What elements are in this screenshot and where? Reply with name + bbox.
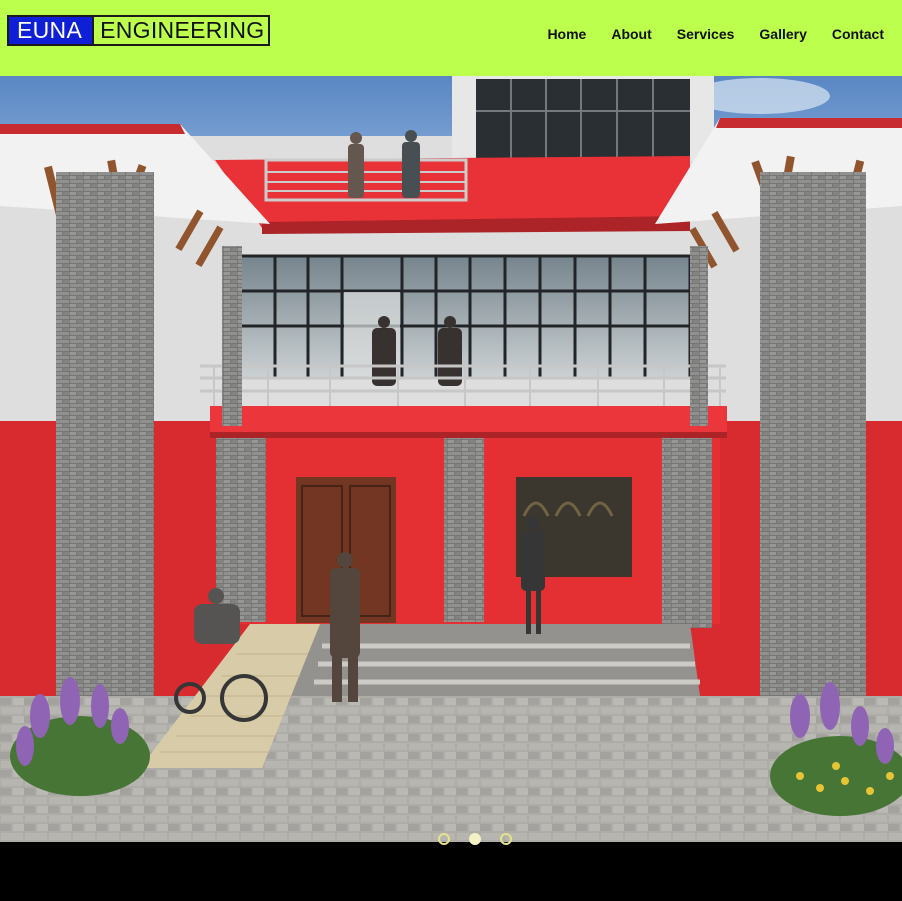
nav-services[interactable]: Services (677, 26, 735, 43)
main-nav: Home About Services Gallery Contact (522, 26, 884, 43)
nav-home[interactable]: Home (547, 26, 586, 43)
building-render-image (0, 76, 902, 842)
site-logo[interactable]: EUNA ENGINEERING (7, 15, 271, 46)
slider-pagination (438, 833, 512, 845)
site-header: EUNA ENGINEERING Home About Services Gal… (0, 0, 902, 76)
nav-contact[interactable]: Contact (832, 26, 884, 43)
logo-text-euna: EUNA (9, 17, 95, 44)
footer-band (0, 842, 902, 901)
hero-slider[interactable] (0, 76, 902, 842)
slider-dot-3[interactable] (500, 833, 512, 845)
nav-about[interactable]: About (611, 26, 651, 43)
nav-gallery[interactable]: Gallery (759, 26, 806, 43)
slider-dot-2[interactable] (469, 833, 481, 845)
slider-dot-1[interactable] (438, 833, 450, 845)
logo-text-engineering: ENGINEERING (100, 17, 265, 43)
